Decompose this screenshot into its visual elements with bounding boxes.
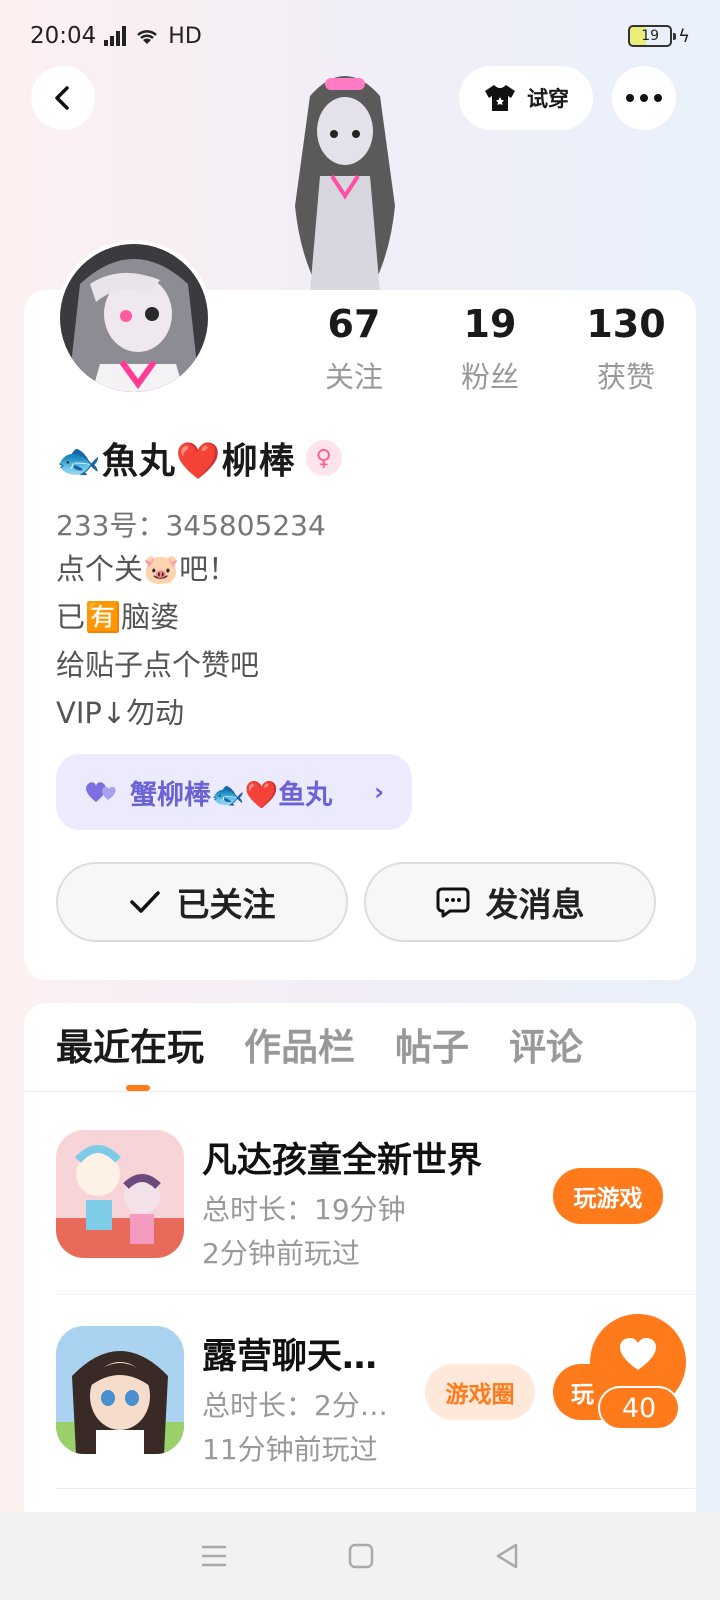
avatar-figure-illustration[interactable]	[270, 56, 420, 292]
try-on-button[interactable]: 试穿	[459, 66, 593, 130]
home-square-icon[interactable]	[348, 1543, 374, 1569]
profile-stats: 67 关注 19 粉丝 130 获赞	[286, 300, 694, 396]
game-last-played: 11分钟前玩过	[202, 1433, 378, 1466]
like-count[interactable]: 40	[598, 1386, 680, 1430]
game-total-duration: 总时长：19分钟	[202, 1193, 406, 1226]
battery-icon: 19	[628, 25, 677, 47]
stat-fans[interactable]: 19 粉丝	[422, 300, 558, 396]
stat-likes[interactable]: 130 获赞	[558, 300, 694, 396]
stat-value: 67	[327, 302, 381, 346]
cellular-signal-icon	[104, 26, 127, 46]
bio-line: 给贴子点个赞吧	[56, 648, 260, 682]
play-game-button[interactable]: 玩游戏	[553, 1168, 663, 1224]
chat-bubble-icon	[436, 887, 469, 918]
status-time: 20:04	[30, 23, 97, 49]
stat-value: 130	[586, 302, 666, 346]
menu-icon[interactable]	[200, 1544, 228, 1568]
status-right: 19 ϟ	[628, 25, 690, 47]
tab-recently-played[interactable]: 最近在玩	[56, 1020, 204, 1076]
game-title: 凡达孩童全新世界	[202, 1141, 483, 1181]
chevron-left-icon	[55, 86, 69, 110]
bio-line: 已🈶脑婆	[56, 600, 180, 634]
stat-label: 获赞	[596, 360, 655, 394]
bio-line: VIP↓勿动	[56, 696, 185, 730]
check-icon	[129, 891, 160, 913]
stat-value: 19	[463, 302, 517, 346]
game-icon[interactable]	[56, 1130, 184, 1258]
avatar-image	[60, 244, 208, 392]
try-on-label: 试穿	[527, 87, 569, 111]
followed-label: 已关注	[176, 885, 276, 924]
tab-works[interactable]: 作品栏	[244, 1020, 355, 1076]
game-icon-image	[56, 1130, 184, 1258]
more-options-button[interactable]	[612, 66, 676, 130]
female-gender-icon: ♀	[305, 440, 342, 476]
tab-comments[interactable]: 评论	[509, 1020, 583, 1076]
wifi-icon	[137, 30, 158, 44]
charging-icon: ϟ	[678, 25, 690, 47]
chevron-right-icon: ›	[374, 778, 384, 806]
game-icon[interactable]	[56, 1326, 184, 1454]
username-part1: 魚丸	[101, 441, 176, 482]
bio-line: 点个关🐷吧！	[56, 552, 238, 586]
back-button[interactable]	[31, 66, 95, 130]
back-triangle-icon[interactable]	[494, 1542, 520, 1570]
game-last-played: 2分钟前玩过	[202, 1237, 360, 1270]
tshirt-icon	[485, 85, 515, 111]
heart-emoji: ❤️	[175, 441, 222, 482]
network-type: HD	[168, 23, 202, 49]
stat-label: 关注	[324, 360, 383, 394]
list-divider	[56, 1294, 696, 1295]
game-icon-image	[56, 1326, 184, 1454]
heart-icon	[620, 1338, 656, 1370]
username-part2: 柳棒	[221, 441, 296, 482]
double-heart-icon	[86, 782, 116, 802]
couple-tag[interactable]: 蟹柳棒🐟❤️鱼丸 ›	[56, 754, 412, 830]
fish-emoji: 🐟	[56, 441, 102, 482]
profile-tabs: 最近在玩 作品栏 帖子 评论	[56, 1020, 583, 1076]
status-left: 20:04 HD	[30, 23, 202, 49]
username-row: 🐟魚丸❤️柳棒 ♀	[56, 432, 342, 484]
send-message-label: 发消息	[485, 885, 585, 924]
more-dots-icon	[626, 94, 662, 102]
tab-posts[interactable]: 帖子	[395, 1020, 469, 1076]
followed-button[interactable]: 已关注	[56, 862, 348, 942]
stat-label: 粉丝	[460, 360, 519, 394]
system-navigation-bar	[0, 1512, 720, 1600]
tabs-divider	[24, 1091, 696, 1092]
profile-avatar[interactable]	[56, 240, 212, 396]
bio: 点个关🐷吧！ 已🈶脑婆 给贴子点个赞吧 VIP↓勿动	[56, 545, 259, 737]
list-divider	[56, 1488, 696, 1489]
game-list-item[interactable]: 凡达孩童全新世界 总时长：19分钟 2分钟前玩过 玩游戏	[56, 1130, 696, 1270]
user-id[interactable]: 233号：345805234	[56, 504, 326, 544]
username: 🐟魚丸❤️柳棒	[56, 432, 296, 484]
stat-following[interactable]: 67 关注	[286, 300, 422, 396]
game-title: 露营聊天…	[202, 1337, 378, 1377]
game-total-duration: 总时长：2分…	[202, 1389, 388, 1422]
game-circle-button[interactable]: 游戏圈	[425, 1364, 535, 1420]
couple-tag-label: 蟹柳棒🐟❤️鱼丸	[130, 779, 333, 811]
send-message-button[interactable]: 发消息	[364, 862, 656, 942]
